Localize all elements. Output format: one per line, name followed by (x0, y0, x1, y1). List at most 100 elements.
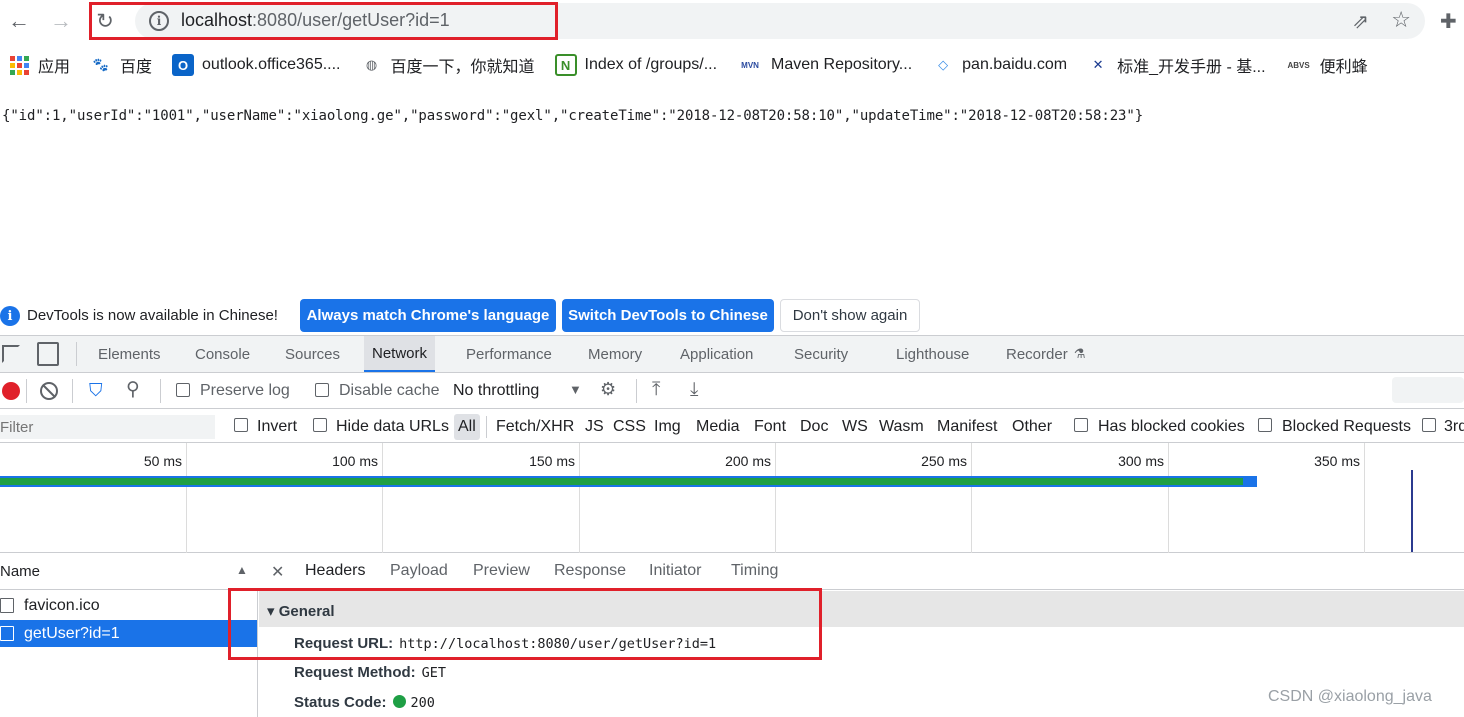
device-toolbar-icon[interactable] (37, 342, 59, 366)
bookmark-label: 便利蜂 (1319, 59, 1368, 76)
bookmark-item[interactable]: N Index of /groups/... (554, 54, 718, 76)
bookmark-label: 标准_开发手册 - 基... (1117, 59, 1266, 76)
tab-payload[interactable]: Payload (390, 562, 448, 580)
tab-sources[interactable]: Sources (285, 336, 340, 372)
type-filter-js[interactable]: JS (585, 418, 604, 436)
type-filter-fetch-xhr[interactable]: Fetch/XHR (496, 418, 574, 436)
timeline-tick-label: 300 ms (1118, 453, 1164, 469)
third-party-checkbox[interactable] (1422, 418, 1436, 432)
tab-performance[interactable]: Performance (466, 336, 552, 372)
preserve-log-checkbox[interactable] (176, 383, 190, 397)
bookmark-label: pan.baidu.com (962, 56, 1068, 73)
bookmarks-bar: 应用 🐾 百度 Ooutlook.office365.... ◍ 百度一下，你就知道 N In… (0, 44, 1464, 86)
request-method-value: GET (421, 665, 447, 681)
type-filter-manifest[interactable]: Manifest (937, 418, 997, 436)
language-message: DevTools is now available in Chinese! (27, 307, 278, 324)
tab-application[interactable]: Application (680, 336, 753, 372)
type-filter-img[interactable]: Img (654, 418, 681, 436)
dropdown-arrow-icon[interactable]: ▼ (569, 382, 582, 397)
import-har-icon[interactable]: ⤒ (652, 379, 660, 401)
divider (486, 416, 487, 438)
type-filter-all[interactable]: All (454, 414, 480, 440)
blocked-requests-label: Blocked Requests (1282, 418, 1411, 435)
switch-to-chinese-button[interactable]: Switch DevTools to Chinese (562, 299, 774, 332)
tab-initiator[interactable]: Initiator (649, 562, 701, 580)
type-filter-other[interactable]: Other (1012, 418, 1052, 436)
hide-data-urls-label: Hide data URLs (336, 418, 449, 435)
divider (76, 342, 77, 366)
filter-funnel-icon[interactable]: ⛉ (89, 380, 103, 401)
tab-timing[interactable]: Timing (731, 562, 778, 580)
request-method-row: Request Method: GET (294, 664, 446, 681)
timeline-load-marker (1411, 470, 1413, 552)
bookmark-label: Index of /groups/... (584, 56, 718, 73)
invert-checkbox[interactable] (234, 418, 248, 432)
back-arrow-icon[interactable]: ← (4, 6, 34, 36)
dont-show-again-button[interactable]: Don't show again (780, 299, 920, 332)
extensions-puzzle-icon[interactable]: ✚ (1440, 9, 1457, 34)
throttling-select[interactable]: No throttling (453, 382, 539, 400)
match-language-button[interactable]: Always match Chrome's language (300, 299, 556, 332)
tab-network[interactable]: Network (364, 336, 436, 372)
type-filter-media[interactable]: Media (696, 418, 740, 436)
status-ok-dot-icon (392, 695, 406, 708)
inspect-element-icon[interactable] (2, 345, 20, 363)
tab-memory[interactable]: Memory (588, 336, 642, 372)
type-filter-wasm[interactable]: Wasm (879, 418, 924, 436)
tab-console[interactable]: Console (195, 336, 250, 372)
status-code-value: 200 (410, 695, 435, 711)
close-icon[interactable]: ✕ (271, 562, 284, 582)
has-blocked-cookies-label: Has blocked cookies (1098, 418, 1245, 435)
tab-security[interactable]: Security (794, 336, 848, 372)
sort-ascending-icon[interactable]: ▲ (236, 563, 248, 577)
bookmark-item[interactable]: ◇ pan.baidu.com (932, 54, 1067, 76)
request-row-getuser[interactable]: getUser?id=1 (0, 620, 257, 647)
type-filter-ws[interactable]: WS (842, 418, 868, 436)
bookmark-item[interactable]: MVN Maven Repository... (737, 54, 912, 76)
bookmark-item[interactable]: ◍ 百度一下，你就知道 (361, 53, 535, 77)
hide-data-urls-checkbox[interactable] (313, 418, 327, 432)
timeline-tick-label: 50 ms (143, 453, 182, 469)
tab-recorder[interactable]: Recorder ⚗ (1006, 336, 1085, 372)
export-har-icon[interactable]: ⤓ (690, 379, 698, 401)
tab-response[interactable]: Response (554, 562, 626, 580)
tab-lighthouse[interactable]: Lighthouse (896, 336, 969, 372)
tab-headers[interactable]: Headers (305, 562, 365, 580)
disable-cache-checkbox[interactable] (315, 383, 329, 397)
forward-arrow-icon[interactable]: → (46, 6, 76, 36)
divider (160, 379, 161, 403)
bookmark-star-icon[interactable]: ☆ (1391, 7, 1411, 33)
record-icon[interactable] (2, 382, 20, 400)
bookmark-item[interactable]: 应用 (8, 53, 70, 77)
x-logo-icon: ✕ (1092, 57, 1104, 72)
request-row-favicon[interactable]: favicon.ico (0, 592, 257, 619)
blocked-requests-checkbox[interactable] (1258, 418, 1272, 432)
bookmark-item[interactable]: 🐾 百度 (90, 53, 152, 77)
has-blocked-cookies-checkbox[interactable] (1074, 418, 1088, 432)
filter-input[interactable] (0, 415, 215, 439)
tab-preview[interactable]: Preview (473, 562, 530, 580)
share-icon[interactable]: ⇗ (1352, 9, 1369, 34)
browser-toolbar: ← → ↻ i localhost:8080/user/getUser?id=1… (0, 0, 1464, 42)
details-tab-strip: ✕ Headers Payload Preview Response Initi… (259, 553, 1464, 590)
name-column-header[interactable]: Name ▲ (0, 553, 258, 590)
network-conditions-icon[interactable]: ⚙ (600, 379, 616, 400)
document-icon (0, 626, 14, 641)
tab-elements[interactable]: Elements (98, 336, 161, 372)
bookmark-item[interactable]: ✕ 标准_开发手册 - 基... (1087, 53, 1266, 77)
timeline-gridline (186, 443, 187, 553)
clear-icon[interactable] (40, 382, 58, 400)
bookmark-item[interactable]: ABVS 便利蜂 (1286, 53, 1368, 77)
network-toolbar: ⛉ ⚲ Preserve log Disable cache No thrott… (0, 373, 1464, 409)
network-timeline-overview[interactable]: 50 ms 100 ms 150 ms 200 ms 250 ms 300 ms 350 m… (0, 443, 1464, 553)
csdn-watermark: CSDN @xiaolong_java (1268, 688, 1432, 705)
timeline-gridline (1168, 443, 1169, 553)
info-icon: i (0, 306, 20, 326)
type-filter-font[interactable]: Font (754, 418, 786, 436)
type-filter-css[interactable]: CSS (613, 418, 646, 436)
bookmark-item[interactable]: Ooutlook.office365.... (172, 54, 341, 76)
type-filter-doc[interactable]: Doc (800, 418, 828, 436)
preserve-log-label: Preserve log (200, 382, 290, 399)
search-icon[interactable]: ⚲ (126, 378, 140, 401)
bookmark-label: outlook.office365.... (202, 56, 341, 73)
